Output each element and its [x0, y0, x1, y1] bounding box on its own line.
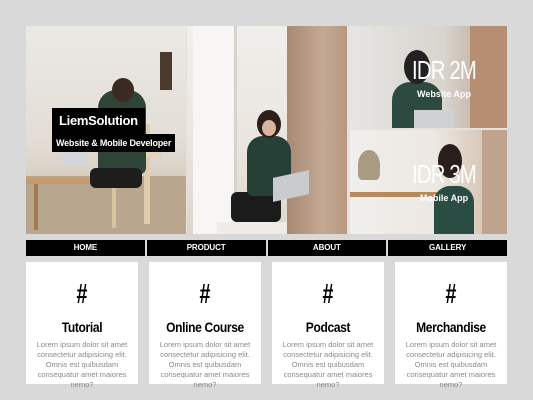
laptop-decor: [414, 110, 454, 128]
hash-icon: #: [445, 278, 457, 309]
card-title: Tutorial: [61, 319, 103, 335]
card-text: Lorem ipsum dolor sit amet consectetur a…: [159, 340, 251, 389]
curtain-decor: [287, 26, 347, 234]
nav-item-home[interactable]: HOME: [26, 240, 145, 256]
hero-banner: LiemSolution Website & Mobile Developer …: [26, 26, 507, 234]
card-text: Lorem ipsum dolor sit amet consectetur a…: [405, 340, 497, 389]
wall-frame-decor: [160, 52, 172, 90]
card-title: Online Course: [166, 319, 244, 335]
price-website: IDR 2M Website App: [392, 56, 496, 100]
hero-photo-window: [187, 26, 347, 234]
hash-icon: #: [199, 278, 211, 309]
price-mobile: IDR 3M Mobile App: [392, 160, 496, 204]
hash-icon: #: [76, 278, 88, 309]
price-label: Website App: [416, 89, 471, 99]
card-text: Lorem ipsum dolor sit amet consectetur a…: [282, 340, 374, 389]
person-face: [262, 120, 276, 136]
brand-tagline: Website & Mobile Developer: [52, 134, 176, 152]
person-head: [112, 78, 134, 102]
card-tutorial: # Tutorial Lorem ipsum dolor sit amet co…: [26, 262, 138, 389]
laptop-decor: [62, 150, 88, 166]
main-nav: HOME PRODUCT ABOUT GALLERY: [26, 240, 507, 256]
card-podcast: # Podcast Lorem ipsum dolor sit amet con…: [272, 262, 384, 389]
card-text: Lorem ipsum dolor sit amet consectetur a…: [36, 340, 128, 389]
person-legs: [90, 168, 142, 188]
price-label: Mobile App: [419, 193, 469, 203]
hash-icon: #: [322, 278, 334, 309]
brand-name: LiemSolution: [52, 108, 145, 134]
price-amount: IDR 3M: [411, 159, 477, 189]
card-title: Podcast: [305, 319, 351, 335]
nav-item-gallery[interactable]: GALLERY: [388, 240, 507, 256]
card-title: Merchandise: [416, 319, 486, 335]
sill-decor: [217, 222, 287, 234]
table-leg-decor: [34, 184, 38, 230]
nav-item-product[interactable]: PRODUCT: [146, 240, 266, 256]
price-amount: IDR 2M: [411, 55, 477, 85]
card-online-course: # Online Course Lorem ipsum dolor sit am…: [149, 262, 261, 389]
card-merchandise: # Merchandise Lorem ipsum dolor sit amet…: [395, 262, 507, 389]
plant-decor: [358, 150, 380, 180]
feature-cards: # Tutorial Lorem ipsum dolor sit amet co…: [26, 262, 507, 389]
nav-item-about[interactable]: ABOUT: [267, 240, 387, 256]
